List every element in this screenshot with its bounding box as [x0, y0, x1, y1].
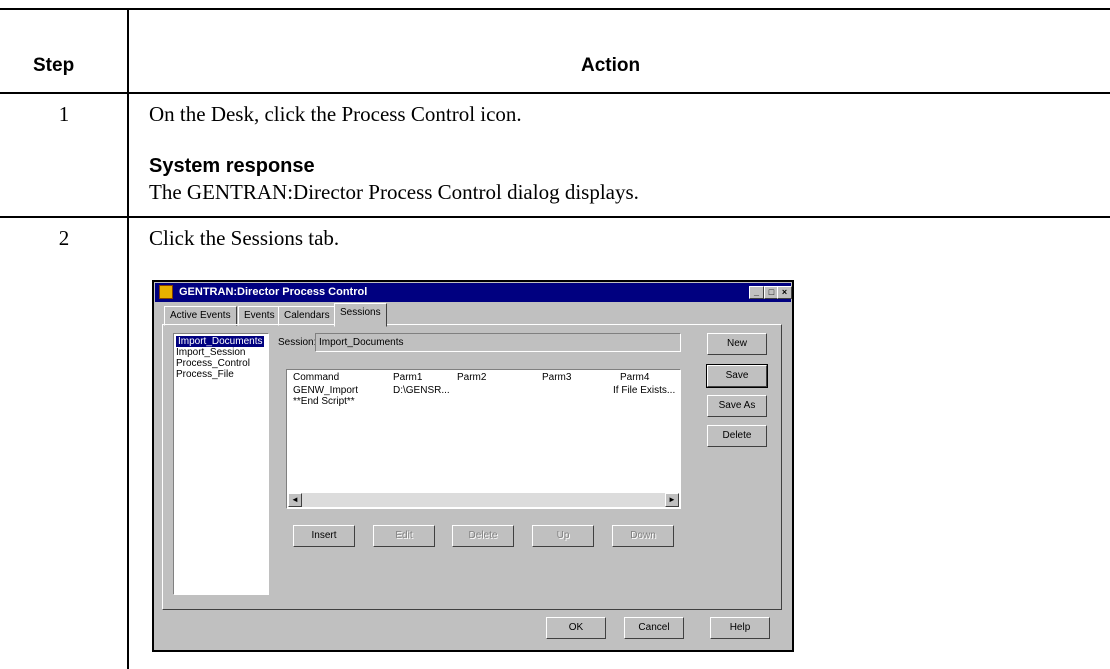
column-header[interactable]: Parm1: [393, 372, 422, 383]
step-instruction: Click the Sessions tab.: [149, 226, 340, 250]
help-button[interactable]: Help: [710, 617, 770, 639]
list-item[interactable]: Import_Documents: [176, 336, 265, 347]
scroll-left-icon[interactable]: ◄: [288, 493, 302, 507]
step-column-header: Step: [33, 55, 75, 76]
column-header[interactable]: Command: [293, 372, 339, 383]
system-response-text: The GENTRAN:Director Process Control dia…: [149, 180, 639, 204]
cancel-button[interactable]: Cancel: [624, 617, 684, 639]
save-button[interactable]: Save: [706, 364, 768, 388]
table-top-border: [0, 8, 1110, 10]
table-cell[interactable]: GENW_Import: [293, 385, 358, 396]
save-as-button[interactable]: Save As: [707, 395, 767, 417]
session-value: Import_Documents: [319, 337, 404, 348]
delete-session-button[interactable]: Delete: [707, 425, 767, 447]
close-icon[interactable]: ×: [777, 286, 792, 299]
horizontal-scrollbar[interactable]: [288, 493, 679, 507]
table-cell[interactable]: If File Exists...: [613, 385, 675, 396]
tab-events[interactable]: Events: [238, 306, 281, 326]
insert-button[interactable]: Insert: [293, 525, 355, 547]
table-cell[interactable]: **End Script**: [293, 396, 355, 407]
dialog-title: GENTRAN:Director Process Control: [179, 286, 368, 298]
column-header[interactable]: Parm2: [457, 372, 486, 383]
tab-calendars[interactable]: Calendars: [278, 306, 336, 326]
tab-active-events[interactable]: Active Events: [164, 306, 237, 326]
dialog-titlebar: GENTRAN:Director Process Control _ □ ×: [155, 283, 792, 302]
process-control-dialog: GENTRAN:Director Process Control _ □ × A…: [152, 280, 794, 652]
step-number: 2: [58, 226, 70, 250]
sessions-tab-panel: Import_Documents Import_Session Process_…: [162, 324, 782, 610]
table-cell[interactable]: D:\GENSR...: [393, 385, 450, 396]
session-list[interactable]: Import_Documents Import_Session Process_…: [173, 333, 269, 595]
edit-button[interactable]: Edit: [373, 525, 435, 547]
scroll-right-icon[interactable]: ►: [665, 493, 679, 507]
list-item[interactable]: Process_File: [176, 369, 234, 380]
list-item[interactable]: Import_Session: [176, 347, 245, 358]
column-header[interactable]: Parm3: [542, 372, 571, 383]
table-column-divider: [127, 8, 129, 669]
table-header-divider: [0, 92, 1110, 94]
delete-command-button[interactable]: Delete: [452, 525, 514, 547]
minimize-icon[interactable]: _: [749, 286, 764, 299]
session-label: Session:: [278, 337, 317, 348]
down-button[interactable]: Down: [612, 525, 674, 547]
action-column-header: Action: [581, 55, 641, 76]
session-field[interactable]: Import_Documents: [315, 333, 681, 352]
list-item[interactable]: Process_Control: [176, 358, 250, 369]
up-button[interactable]: Up: [532, 525, 594, 547]
step-number: 1: [58, 102, 70, 126]
system-response-heading: System response: [149, 155, 315, 177]
command-list[interactable]: Command Parm1 Parm2 Parm3 Parm4 GENW_Imp…: [286, 369, 681, 509]
table-row1-divider: [0, 216, 1110, 218]
ok-button[interactable]: OK: [546, 617, 606, 639]
app-icon: [159, 285, 173, 299]
step-instruction: On the Desk, click the Process Control i…: [149, 102, 522, 126]
new-button[interactable]: New: [707, 333, 767, 355]
column-header[interactable]: Parm4: [620, 372, 649, 383]
tab-sessions[interactable]: Sessions: [334, 303, 387, 327]
